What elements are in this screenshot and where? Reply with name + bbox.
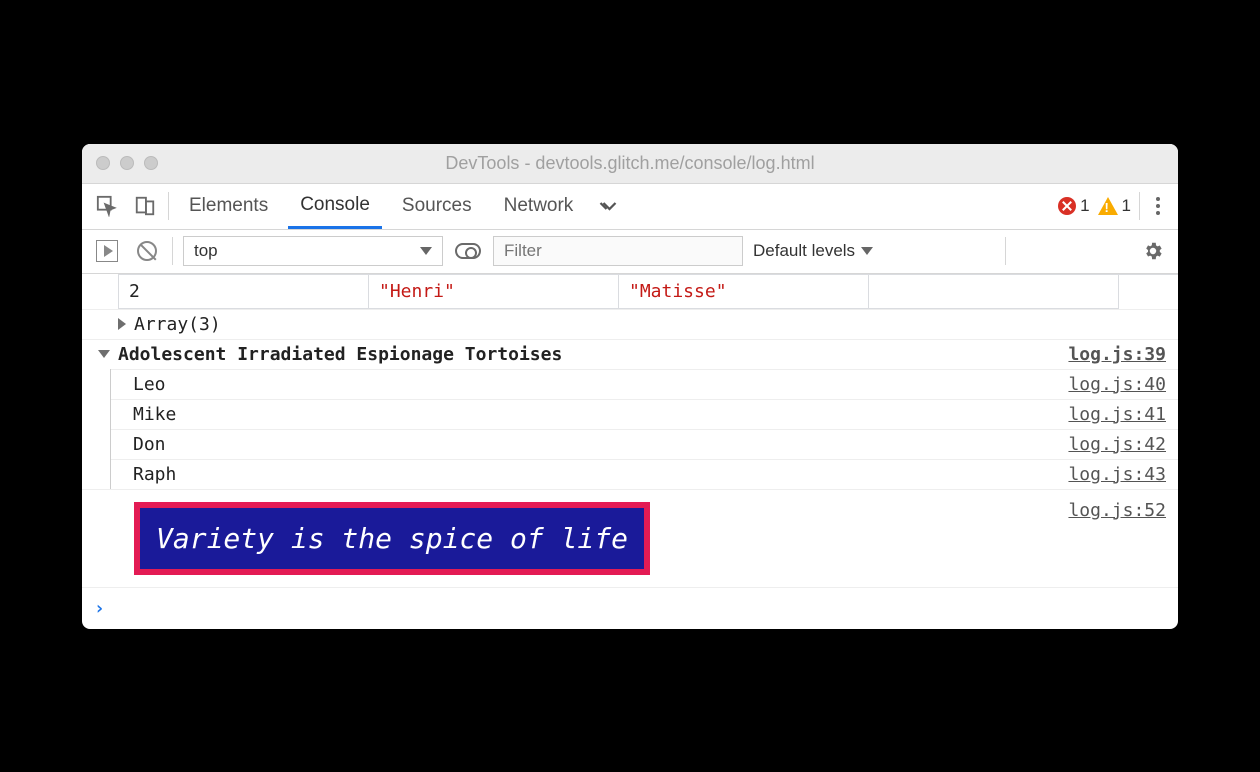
filter-input[interactable] xyxy=(493,236,743,266)
window-title: DevTools - devtools.glitch.me/console/lo… xyxy=(82,153,1178,174)
source-link[interactable]: log.js:43 xyxy=(1068,464,1166,485)
clear-console-icon[interactable] xyxy=(132,236,162,266)
chevron-down-icon xyxy=(861,247,873,255)
console-body: 2 "Henri" "Matisse" Array(3) Adolescent … xyxy=(82,274,1178,629)
error-count: 1 xyxy=(1080,196,1089,216)
console-toolbar: top Default levels xyxy=(82,230,1178,274)
log-row: Mike log.js:41 xyxy=(111,399,1178,429)
source-link[interactable]: log.js:40 xyxy=(1068,374,1166,395)
log-row: Don log.js:42 xyxy=(111,429,1178,459)
tab-network[interactable]: Network xyxy=(492,184,586,229)
array-summary-text: Array(3) xyxy=(134,314,221,335)
collapse-icon xyxy=(98,350,110,358)
log-text: Don xyxy=(133,434,166,455)
error-icon xyxy=(1058,197,1076,215)
expand-icon xyxy=(118,318,126,330)
tab-elements[interactable]: Elements xyxy=(177,184,280,229)
separator xyxy=(172,237,173,265)
tab-console[interactable]: Console xyxy=(288,184,382,229)
log-row: Raph log.js:43 xyxy=(111,459,1178,489)
error-count-badge[interactable]: 1 xyxy=(1058,196,1089,216)
source-link[interactable]: log.js:39 xyxy=(1068,344,1166,365)
console-table: 2 "Henri" "Matisse" xyxy=(118,274,1178,309)
source-link[interactable]: log.js:52 xyxy=(1068,500,1166,521)
separator xyxy=(1005,237,1006,265)
devtools-window: DevTools - devtools.glitch.me/console/lo… xyxy=(82,144,1178,629)
log-levels-label: Default levels xyxy=(753,241,855,261)
context-label: top xyxy=(194,241,218,261)
warning-count: 1 xyxy=(1122,196,1131,216)
console-prompt[interactable]: › xyxy=(82,587,1178,629)
prompt-caret-icon: › xyxy=(94,598,105,619)
cell-index: 2 xyxy=(119,275,369,309)
group-title: Adolescent Irradiated Espionage Tortoise… xyxy=(118,344,562,365)
inspect-icon[interactable] xyxy=(92,191,122,221)
log-text: Mike xyxy=(133,404,176,425)
separator xyxy=(1139,192,1140,220)
show-console-sidebar-icon[interactable] xyxy=(92,236,122,266)
separator xyxy=(168,192,169,220)
log-text: Raph xyxy=(133,464,176,485)
source-link[interactable]: log.js:41 xyxy=(1068,404,1166,425)
titlebar: DevTools - devtools.glitch.me/console/lo… xyxy=(82,144,1178,184)
warning-icon xyxy=(1098,197,1118,215)
group-header-row[interactable]: Adolescent Irradiated Espionage Tortoise… xyxy=(82,339,1178,369)
panel-tabs: Elements Console Sources Network 1 1 xyxy=(82,184,1178,230)
cell-first: "Henri" xyxy=(369,275,619,309)
log-levels-selector[interactable]: Default levels xyxy=(753,241,873,261)
group-body: Leo log.js:40 Mike log.js:41 Don log.js:… xyxy=(110,369,1178,489)
styled-log-text: Variety is the spice of life xyxy=(134,502,650,575)
array-summary-row[interactable]: Array(3) xyxy=(82,309,1178,339)
context-selector[interactable]: top xyxy=(183,236,443,266)
chevron-down-icon xyxy=(420,247,432,255)
log-text: Leo xyxy=(133,374,166,395)
styled-log-row: Variety is the spice of life log.js:52 xyxy=(82,489,1178,587)
log-row: Leo log.js:40 xyxy=(111,369,1178,399)
device-toggle-icon[interactable] xyxy=(130,191,160,221)
settings-menu-icon[interactable] xyxy=(1148,197,1168,215)
tab-sources[interactable]: Sources xyxy=(390,184,484,229)
console-settings-icon[interactable] xyxy=(1138,236,1168,266)
source-link[interactable]: log.js:42 xyxy=(1068,434,1166,455)
more-tabs-icon[interactable] xyxy=(593,191,623,221)
cell-last: "Matisse" xyxy=(619,275,869,309)
warning-count-badge[interactable]: 1 xyxy=(1098,196,1131,216)
live-expression-icon[interactable] xyxy=(453,236,483,266)
cell-empty xyxy=(869,275,1119,309)
